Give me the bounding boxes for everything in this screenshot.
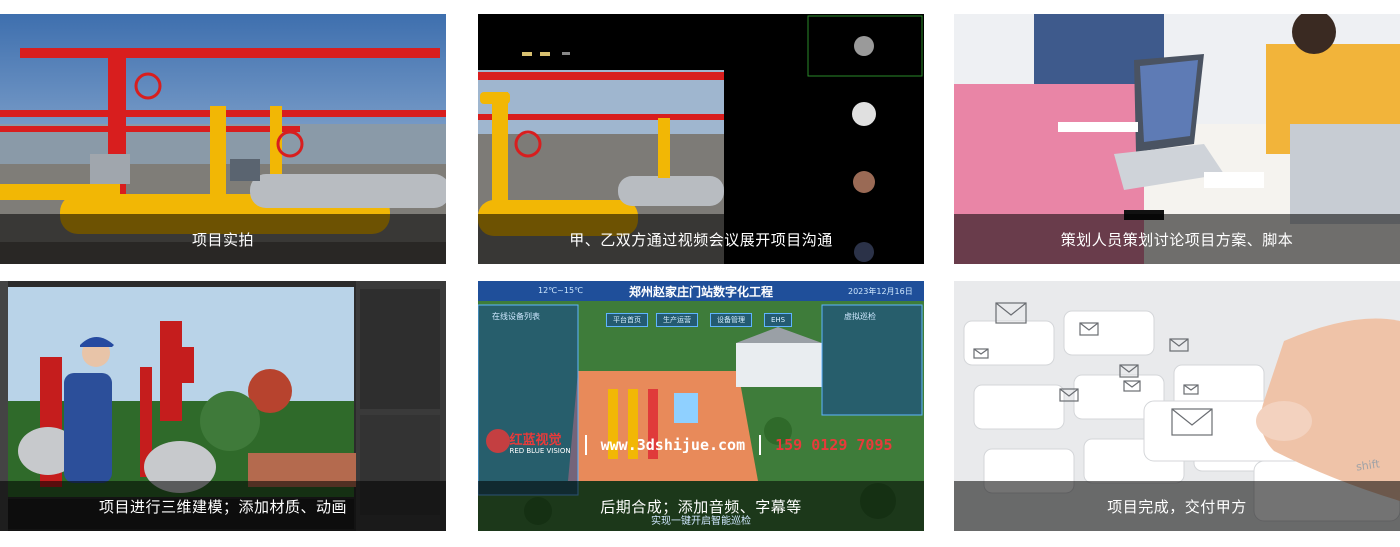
brand-logo-text: 红蓝视觉: [509, 433, 562, 448]
brand-logo-en: RED BLUE VISION: [509, 447, 571, 456]
card-caption: 甲、乙双方通过视频会议展开项目沟通: [478, 214, 924, 264]
card-planning-meeting: 策划人员策划讨论项目方案、脚本: [954, 14, 1400, 264]
brand-phone: 159 0129 7095: [775, 436, 893, 454]
brand-separator: [759, 435, 762, 455]
card-delivery: shift 项目完成，交付甲方: [954, 281, 1400, 531]
card-caption: 项目进行三维建模；添加材质、动画: [0, 481, 446, 531]
card-caption: 项目完成，交付甲方: [954, 481, 1400, 531]
card-caption: 策划人员策划讨论项目方案、脚本: [954, 214, 1400, 264]
hud-date: 2023年12月16日: [848, 287, 913, 296]
hud-tab-operations[interactable]: 生产运营: [656, 313, 698, 327]
card-caption: 项目实拍: [0, 214, 446, 264]
hud-tab-home[interactable]: 平台首页: [606, 313, 648, 327]
brand-logo: 红蓝视觉 RED BLUE VISION: [509, 433, 571, 456]
hud-tab-devices[interactable]: 设备管理: [710, 313, 752, 327]
hud-tab-ehs[interactable]: EHS: [764, 313, 793, 327]
brand-separator: [584, 435, 587, 455]
card-post-production: 郑州赵家庄门站数字化工程 12℃~15℃ 2023年12月16日 在线设备列表 …: [478, 281, 924, 531]
card-video-conference: 甲、乙双方通过视频会议展开项目沟通: [478, 14, 924, 264]
hud-left-panel-title: 在线设备列表: [492, 312, 540, 321]
card-subcaption: 实现一键开启智能巡检: [651, 516, 751, 527]
hud-right-panel-title: 虚拟巡检: [844, 312, 876, 321]
brand-website: www.3dshijue.com: [600, 436, 746, 454]
card-3d-modeling: 项目进行三维建模；添加材质、动画: [0, 281, 446, 531]
card-project-photo: 项目实拍: [0, 14, 446, 264]
brand-watermark: 红蓝视觉 RED BLUE VISION www.3dshijue.com 15…: [478, 431, 924, 459]
process-gallery: 项目实拍 甲、乙双方通过视频会议展开项目沟通 策划人员策划讨论项目方案、脚本 项…: [0, 0, 1400, 547]
hud-temp: 12℃~15℃: [538, 286, 584, 295]
